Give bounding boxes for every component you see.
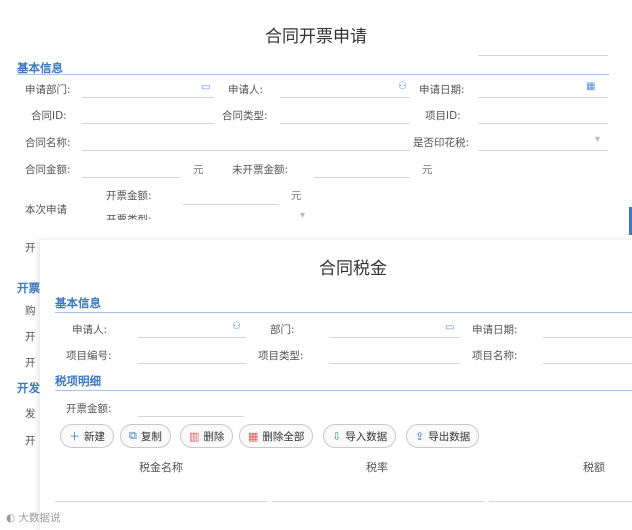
project-type-field[interactable] <box>329 346 460 364</box>
invoice-amount-label: 开票金额: <box>106 190 152 202</box>
section-divider <box>55 312 632 313</box>
table-cell[interactable] <box>489 484 632 502</box>
export-button[interactable]: ⇪ 导出数据 <box>406 424 480 448</box>
copy-icon: ⧉ <box>129 429 137 442</box>
section-divider <box>55 390 632 391</box>
column-header-tax-rate: 税率 <box>366 461 388 474</box>
dialog-dept-label: 部门: <box>270 324 295 336</box>
org-icon[interactable]: ▭ <box>445 322 454 333</box>
dialog-dept-field[interactable] <box>329 320 460 338</box>
watermark-text: 大数据说 <box>18 512 61 524</box>
contract-type-label: 合同类型: <box>222 110 268 122</box>
contract-name-field[interactable] <box>82 133 410 151</box>
column-header-tax-name: 税金名称 <box>139 461 183 474</box>
dialog-invoice-amount-label: 开票金额: <box>66 403 112 415</box>
partial-section: 开票 <box>17 281 40 295</box>
table-cell[interactable] <box>55 484 267 502</box>
copy-button[interactable]: ⧉ 复制 <box>120 424 171 448</box>
stamp-tax-select[interactable] <box>478 133 608 151</box>
user-icon[interactable]: ⚇ <box>232 321 241 332</box>
project-name-field[interactable] <box>543 346 632 364</box>
import-button[interactable]: ⇩ 导入数据 <box>323 424 397 448</box>
section-tax-detail: 税项明细 <box>55 374 101 388</box>
contract-type-field[interactable] <box>280 106 410 124</box>
column-header-tax-amount: 税额 <box>583 461 605 474</box>
dept-field[interactable] <box>82 80 214 98</box>
unbilled-amount-field[interactable] <box>314 160 410 178</box>
contract-amount-label: 合同金额: <box>25 164 71 176</box>
partial-label: 购 <box>25 305 36 317</box>
project-id-field[interactable] <box>478 106 608 124</box>
contract-amount-field[interactable] <box>82 160 180 178</box>
new-button[interactable]: ＋ 新建 <box>60 424 114 448</box>
applicant-label: 申请人: <box>228 84 264 96</box>
delete-button[interactable]: ▥ 删除 <box>180 424 234 448</box>
dialog-date-label: 申请日期: <box>472 324 518 336</box>
current-apply-label: 本次申请 <box>25 204 67 216</box>
project-type-label: 项目类型: <box>258 350 304 362</box>
chevron-down-icon[interactable]: ▾ <box>595 134 600 145</box>
section-divider <box>17 74 609 75</box>
table-cell[interactable] <box>272 484 484 502</box>
tax-dialog: 合同税金 基本信息 申请人: ⚇ 部门: ▭ 申请日期: 项目编号: 项目类型:… <box>40 240 632 530</box>
contract-amount-unit: 元 <box>193 164 204 176</box>
contract-id-field[interactable] <box>82 106 214 124</box>
page-title: 合同开票申请 <box>265 27 367 47</box>
unbilled-amount-unit: 元 <box>422 164 433 176</box>
import-button-label: 导入数据 <box>345 430 388 443</box>
stamp-tax-label: 是否印花税: <box>413 137 470 149</box>
watermark: ◐ 大数据说 <box>6 510 61 525</box>
calendar-icon[interactable]: ▦ <box>586 81 595 92</box>
copy-button-label: 复制 <box>140 430 162 443</box>
partial-label: 开 <box>25 357 36 369</box>
unbilled-amount-label: 未开票金额: <box>232 164 289 176</box>
weibo-icon: ◐ <box>6 512 16 524</box>
chevron-down-icon[interactable]: ▾ <box>300 210 305 220</box>
invoice-amount-field[interactable] <box>183 187 279 205</box>
dialog-section-basic-info: 基本信息 <box>55 296 101 310</box>
dialog-date-field[interactable] <box>543 320 632 338</box>
partial-section: 开发 <box>17 381 40 395</box>
export-icon: ⇪ <box>415 429 425 443</box>
top-right-field[interactable] <box>478 38 608 56</box>
contract-name-label: 合同名称: <box>25 137 71 149</box>
dialog-applicant-label: 申请人: <box>72 324 108 336</box>
project-no-label: 项目编号: <box>66 350 112 362</box>
invoice-type-label: 开票类型: <box>106 214 152 220</box>
dialog-applicant-field[interactable] <box>138 320 246 338</box>
dept-label: 申请部门: <box>25 84 71 96</box>
dialog-invoice-amount-field[interactable] <box>138 399 244 417</box>
contract-id-label: 合同ID: <box>31 110 67 122</box>
invoice-amount-unit: 元 <box>291 190 302 202</box>
partial-label: 发 <box>25 408 36 420</box>
apply-date-label: 申请日期: <box>419 84 465 96</box>
import-icon: ⇩ <box>332 429 342 443</box>
partial-label: 开 <box>25 331 36 343</box>
partial-label: 开 <box>25 242 36 254</box>
plus-icon: ＋ <box>69 430 80 443</box>
project-name-label: 项目名称: <box>472 350 518 362</box>
partial-label: 开 <box>25 435 36 447</box>
delete-all-button-label: 删除全部 <box>262 430 305 443</box>
applicant-field[interactable] <box>280 80 410 98</box>
delete-all-button[interactable]: ▦ 删除全部 <box>239 424 314 448</box>
dialog-title: 合同税金 <box>319 259 387 279</box>
org-icon[interactable]: ▭ <box>201 82 210 93</box>
delete-all-icon: ▦ <box>248 429 259 443</box>
trash-icon: ▥ <box>189 429 200 443</box>
project-id-label: 项目ID: <box>425 110 461 122</box>
new-button-label: 新建 <box>84 430 105 443</box>
user-icon[interactable]: ⚇ <box>398 81 407 92</box>
delete-button-label: 删除 <box>203 430 225 443</box>
export-button-label: 导出数据 <box>428 430 471 443</box>
project-no-field[interactable] <box>138 346 246 364</box>
